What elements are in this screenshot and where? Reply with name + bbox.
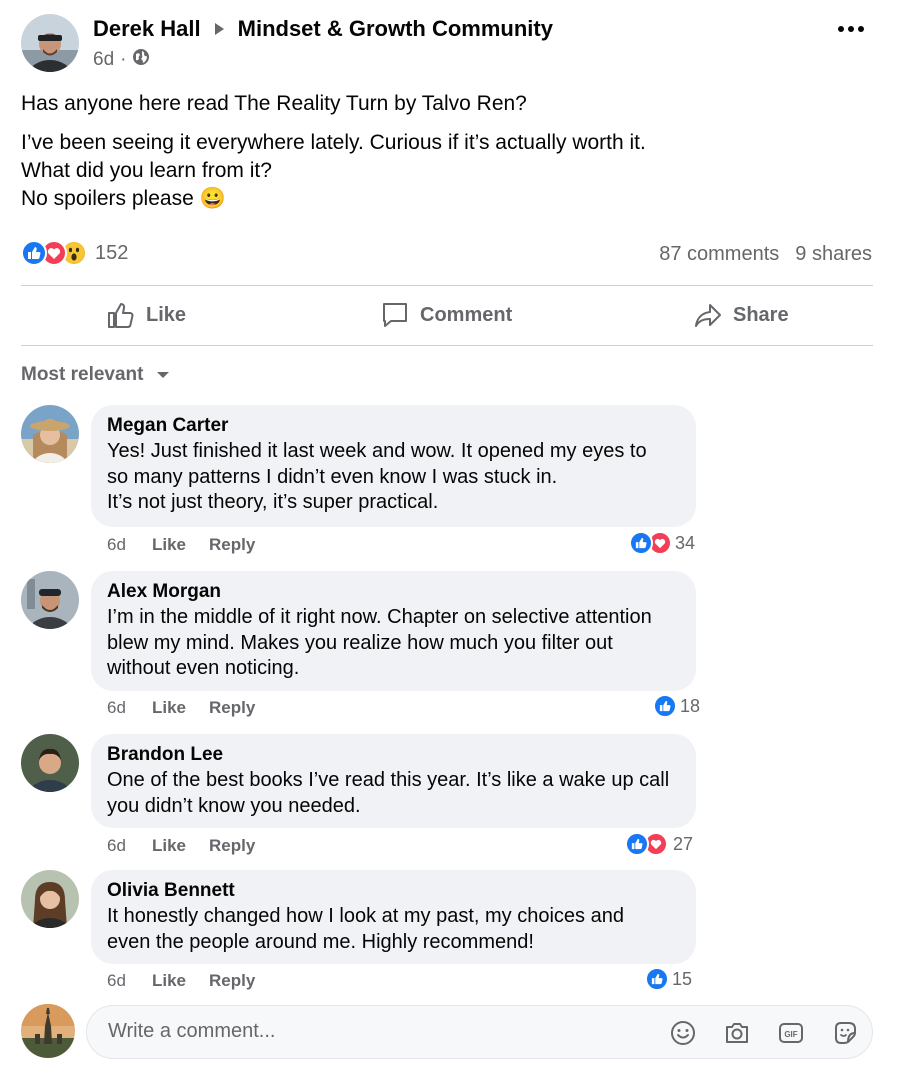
comment-line: even the people around me. Highly recomm… [107,930,534,953]
author-avatar[interactable] [21,14,79,72]
comment-input[interactable] [106,1019,630,1044]
current-user-avatar[interactable] [21,1004,75,1058]
post-time[interactable]: 6d [93,49,114,71]
commenter-avatar[interactable] [21,571,79,629]
comment-bubble: Brandon Lee One of the best books I’ve r… [91,734,696,828]
comment-time[interactable]: 6d [107,535,152,555]
share-label: Share [733,303,789,326]
emoji-icon[interactable] [669,1019,697,1047]
like-icon [645,967,669,991]
comment-reactions[interactable]: 27 [625,832,693,856]
like-icon [653,694,677,718]
comment-reply-button[interactable]: Reply [209,836,255,856]
comments-count[interactable]: 87 comments [659,243,779,266]
comment-button[interactable]: Comment [380,300,512,330]
like-icon [629,531,653,555]
post-header: Derek Hall Mindset & Growth Community [93,16,553,42]
comment-reaction-count: 34 [675,532,696,553]
chevron-down-icon [157,372,170,378]
post-line: No spoilers please 😀 [21,187,226,210]
shares-count[interactable]: 9 shares [795,243,872,266]
comment-label: Comment [420,303,513,326]
commenter-name[interactable]: Olivia Bennett [107,880,680,902]
comment-time[interactable]: 6d [107,971,152,991]
commenter-name[interactable]: Brandon Lee [107,744,680,766]
comment-like-button[interactable]: Like [152,836,209,856]
comment-reactions[interactable]: 34 [629,531,695,555]
gif-icon[interactable]: GIF [777,1019,805,1047]
divider [21,285,873,286]
comment-line: One of the best books I’ve read this yea… [107,769,670,791]
comment-line: so many patterns I didn’t even know I wa… [107,465,558,488]
comment-bubble: Alex Morgan I’m in the middle of it righ… [91,571,696,691]
thumbs-up-icon [108,303,134,328]
divider [21,345,873,346]
comment-line: you didn’t know you needed. [107,794,361,817]
commenter-avatar[interactable] [21,405,79,463]
share-button[interactable]: Share [693,300,789,330]
comment-line: blew my mind. Makes you realize how much… [107,631,613,654]
reaction-summary[interactable]: 152 [21,240,128,266]
post-stats: 87 comments 9 shares [659,243,872,266]
commenter-avatar[interactable] [21,734,79,792]
commenter-avatar[interactable] [21,870,79,928]
comment-reactions[interactable]: 18 [653,694,700,718]
comment-reply-button[interactable]: Reply [209,535,255,555]
comment-reaction-count: 18 [680,695,701,716]
commenter-name[interactable]: Megan Carter [107,415,680,437]
comment-actions: 6d Like Reply [107,971,255,991]
comment-reply-button[interactable]: Reply [209,698,255,718]
post-line: I’ve been seeing it everywhere lately. C… [21,131,646,154]
comment-reaction-count: 27 [673,833,694,854]
comment-line: It honestly changed how I look at my pas… [107,905,624,927]
comment-composer: GIF [86,1005,873,1059]
globe-icon [132,48,150,72]
comment-line: I’m in the middle of it right now. Chapt… [107,606,652,628]
comment-bubble: Olivia Bennett It honestly changed how I… [91,870,696,964]
reaction-count[interactable]: 152 [95,242,128,265]
sticker-icon[interactable] [831,1019,859,1047]
author-name[interactable]: Derek Hall [93,16,201,42]
comment-actions: 6d Like Reply [107,698,255,718]
comment-sort-dropdown[interactable]: Most relevant [21,364,170,386]
comment-icon [383,303,407,327]
comment-bubble: Megan Carter Yes! Just finished it last … [91,405,696,527]
like-icon [625,832,649,856]
post-meta: 6d · [93,48,150,72]
post-question: Has anyone here read The Reality Turn by… [21,92,527,115]
like-button[interactable]: Like [106,300,186,330]
more-options-icon[interactable] [838,26,864,32]
like-label: Like [146,303,187,326]
arrow-right-icon [214,23,224,35]
comment-actions: 6d Like Reply [107,836,255,856]
comment-reactions[interactable]: 15 [645,967,692,991]
like-icon [21,240,47,266]
group-name[interactable]: Mindset & Growth Community [238,16,553,42]
camera-icon[interactable] [723,1019,751,1047]
post-text: Has anyone here read The Reality Turn by… [21,90,861,213]
comment-time[interactable]: 6d [107,698,152,718]
comment-reaction-count: 15 [672,968,693,989]
comment-line: without even noticing. [107,657,300,679]
svg-text:GIF: GIF [784,1030,797,1039]
comment-like-button[interactable]: Like [152,971,209,991]
share-icon [695,304,721,327]
commenter-name[interactable]: Alex Morgan [107,581,680,603]
comment-like-button[interactable]: Like [152,698,209,718]
comment-actions: 6d Like Reply [107,535,255,555]
sort-label: Most relevant [21,364,144,385]
comment-like-button[interactable]: Like [152,535,209,555]
comment-reply-button[interactable]: Reply [209,971,255,991]
post-line: What did you learn from it? [21,159,272,182]
comment-line: It’s not just theory, it’s super practic… [107,491,439,513]
meta-separator: · [120,49,127,70]
comment-time[interactable]: 6d [107,836,152,856]
comment-line: Yes! Just finished it last week and wow.… [107,440,647,462]
